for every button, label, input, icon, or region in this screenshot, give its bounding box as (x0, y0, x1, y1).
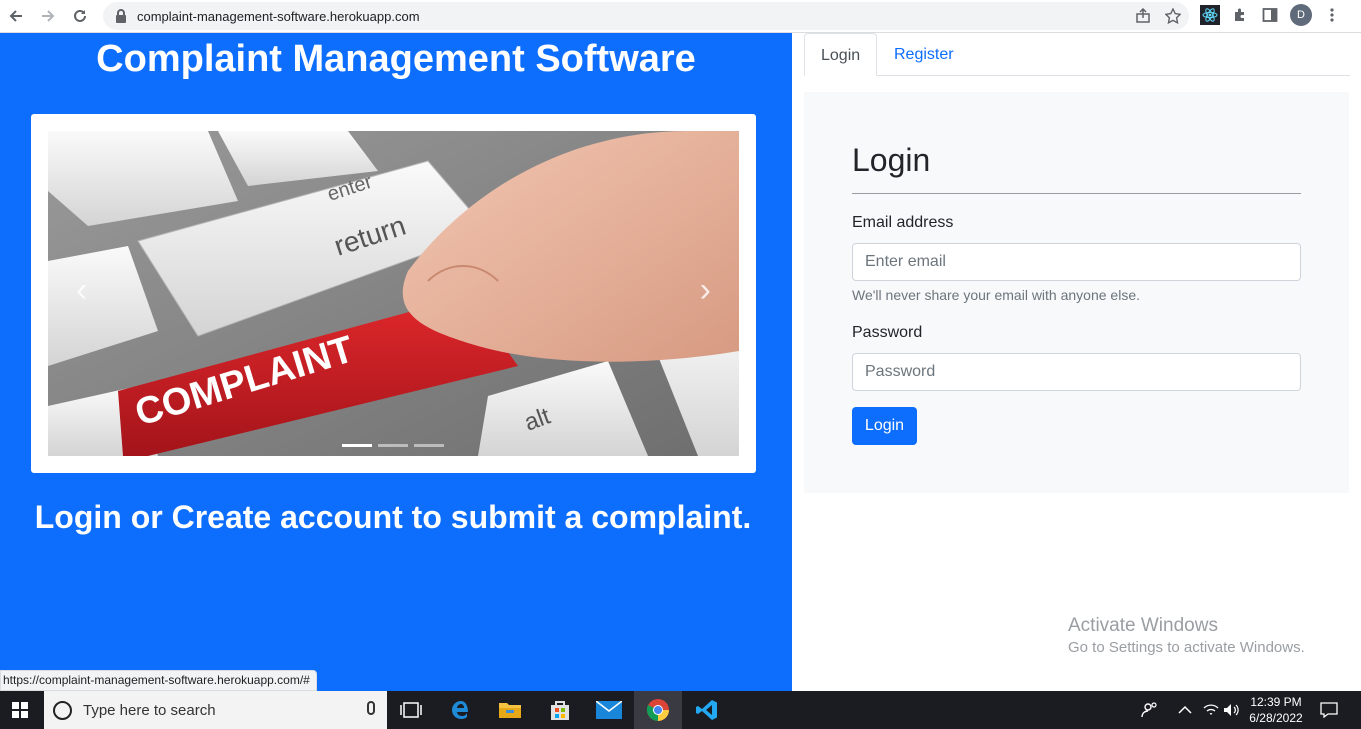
vscode-icon[interactable] (692, 695, 722, 725)
taskbar-search-placeholder: Type here to search (83, 701, 216, 719)
login-button[interactable]: Login (852, 407, 917, 445)
forward-icon[interactable] (36, 4, 60, 28)
app-title: Complaint Management Software (96, 38, 696, 80)
task-view-icon[interactable] (396, 695, 426, 725)
clock-date: 6/28/2022 (1249, 711, 1303, 725)
carousel-prev-icon[interactable]: ‹ (76, 271, 87, 310)
activate-windows-watermark: Activate Windows Go to Settings to activ… (1068, 615, 1305, 656)
carousel-slide-image: enter return COMPLAINT alt ‹ › (48, 131, 739, 456)
side-panel-icon[interactable] (1260, 5, 1280, 25)
carousel: enter return COMPLAINT alt ‹ › (31, 114, 756, 473)
reload-icon[interactable] (68, 4, 92, 28)
chrome-icon[interactable] (643, 695, 673, 725)
microsoft-store-icon[interactable] (545, 695, 575, 725)
status-bar-url: https://complaint-management-software.he… (0, 670, 317, 691)
address-bar[interactable]: complaint-management-software.herokuapp.… (103, 2, 1189, 30)
volume-icon[interactable] (1217, 695, 1247, 725)
notification-icon[interactable] (1314, 695, 1344, 725)
password-label: Password (852, 324, 923, 341)
back-icon[interactable] (4, 4, 28, 28)
email-field[interactable]: Enter email (852, 243, 1301, 281)
address-url: complaint-management-software.herokuapp.… (137, 8, 420, 24)
email-help-text: We'll never share your email with anyone… (852, 287, 1140, 303)
login-heading: Login (852, 142, 931, 178)
windows-taskbar: Type here to search 12:39 PM 6/28/2022 (0, 691, 1361, 729)
carousel-indicator[interactable] (414, 444, 444, 447)
hero-tagline: Login or Create account to submit a comp… (34, 499, 752, 535)
bookmark-star-icon[interactable] (1164, 7, 1182, 27)
hero-panel: Complaint Management Software enter retu… (0, 33, 792, 691)
mail-icon[interactable] (594, 695, 624, 725)
profile-avatar[interactable]: D (1290, 4, 1312, 26)
extensions-puzzle-icon[interactable] (1230, 5, 1250, 25)
microphone-icon[interactable] (367, 701, 375, 715)
password-field[interactable]: Password (852, 353, 1301, 391)
auth-tabs: Login Register (804, 33, 1350, 76)
share-icon[interactable] (1135, 7, 1151, 27)
file-explorer-icon[interactable] (495, 695, 525, 725)
email-label: Email address (852, 214, 954, 231)
watermark-subtitle: Go to Settings to activate Windows. (1068, 639, 1305, 656)
tab-login[interactable]: Login (804, 33, 878, 76)
start-windows-icon[interactable] (0, 691, 40, 729)
browser-toolbar: complaint-management-software.herokuapp.… (0, 0, 1361, 33)
react-devtools-icon[interactable] (1200, 5, 1220, 25)
carousel-indicators (342, 444, 444, 447)
lock-icon (115, 9, 127, 23)
login-card: Login Email address Enter email We'll ne… (804, 92, 1349, 493)
carousel-next-icon[interactable]: › (700, 271, 711, 310)
carousel-indicator[interactable] (342, 444, 372, 447)
edge-icon[interactable] (446, 695, 476, 725)
clock-time: 12:39 PM (1250, 695, 1302, 709)
cortana-icon (53, 700, 72, 720)
divider (852, 193, 1301, 194)
carousel-indicator[interactable] (378, 444, 408, 447)
more-menu-icon[interactable] (1322, 5, 1342, 25)
taskbar-clock[interactable]: 12:39 PM 6/28/2022 (1248, 694, 1304, 726)
people-icon[interactable] (1134, 695, 1164, 725)
tab-register[interactable]: Register (878, 33, 970, 76)
taskbar-search-input[interactable]: Type here to search (44, 691, 387, 729)
watermark-title: Activate Windows (1068, 615, 1218, 636)
